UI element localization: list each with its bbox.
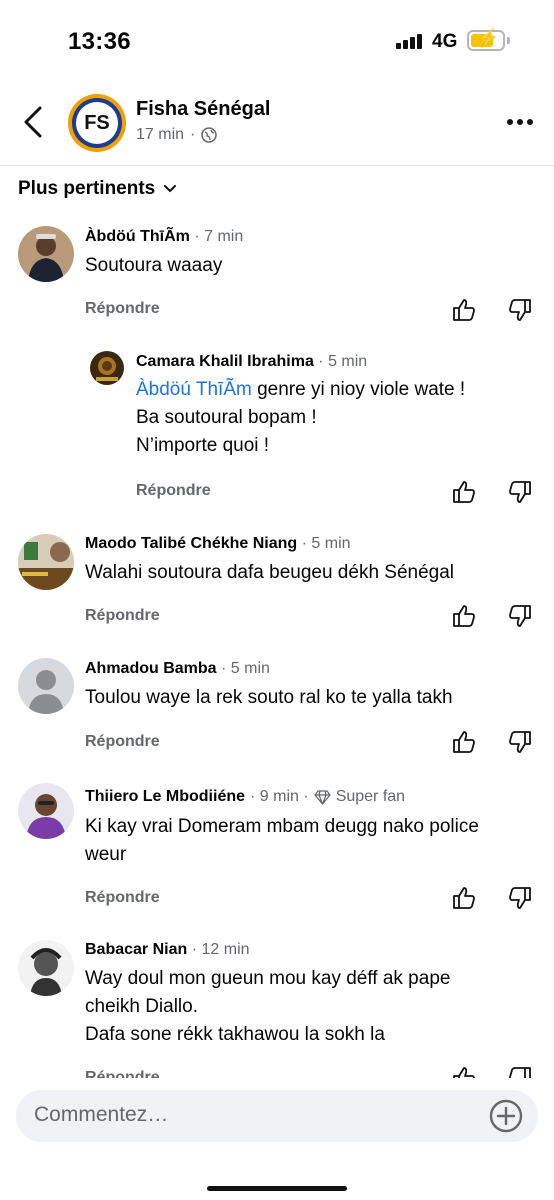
reply-button[interactable]: Répondre — [85, 607, 160, 625]
post-header: FS Fisha Sénégal 17 min · — [0, 84, 554, 166]
comment-time: · 12 min — [191, 941, 250, 958]
reply-button[interactable]: Répondre — [85, 733, 160, 751]
default-avatar-icon — [18, 658, 74, 714]
like-icon[interactable] — [452, 480, 476, 504]
avatar[interactable] — [18, 940, 74, 996]
like-icon[interactable] — [452, 604, 476, 628]
reply-button[interactable]: Répondre — [136, 482, 211, 500]
mention-link[interactable]: Àbdöú ThīÃm — [136, 379, 252, 400]
reply-button[interactable]: Répondre — [85, 889, 160, 907]
comment-text: Soutoura waaay — [85, 255, 223, 276]
like-icon[interactable] — [452, 298, 476, 322]
avatar-image — [18, 783, 74, 839]
dislike-icon[interactable] — [508, 604, 532, 628]
dislike-icon[interactable] — [508, 298, 532, 322]
avatar-image — [18, 940, 74, 996]
post-meta: 17 min · — [136, 126, 218, 144]
post-age: 17 min — [136, 126, 185, 143]
dislike-icon[interactable] — [508, 730, 532, 754]
reply-button[interactable]: Répondre — [85, 300, 160, 318]
comment-author[interactable]: Thiiero Le Mbodiiéne · 9 min · Super fan — [85, 788, 405, 806]
page-logo-initials: FS — [76, 102, 118, 144]
super-fan-badge: Super fan — [335, 788, 406, 805]
avatar-image — [18, 226, 74, 282]
status-time: 13:36 — [68, 28, 131, 55]
signal-icon — [396, 33, 422, 49]
like-icon[interactable] — [452, 886, 476, 910]
sort-label: Plus pertinents — [18, 178, 156, 199]
add-icon[interactable] — [488, 1098, 524, 1134]
comment-author[interactable]: Àbdöú ThīÃm · 7 min — [85, 228, 243, 246]
avatar[interactable] — [18, 658, 74, 714]
dislike-icon[interactable] — [508, 886, 532, 910]
back-arrow-icon[interactable] — [20, 104, 48, 140]
dislike-icon[interactable] — [508, 480, 532, 504]
comment-text: Walahi soutoura dafa beugeu dékh Sénégal — [85, 562, 455, 583]
chevron-down-icon — [164, 185, 177, 193]
network-label: 4G — [432, 31, 458, 52]
comment-author[interactable]: Maodo Talibé Chékhe Niang · 5 min — [85, 535, 351, 553]
home-indicator — [207, 1186, 347, 1191]
status-bar: 13:36 4G ⚡ — [0, 0, 554, 80]
battery-tip — [507, 37, 510, 44]
comment-time: · 9 min · — [250, 788, 309, 805]
diamond-icon — [314, 789, 331, 805]
page-avatar[interactable]: FS — [68, 94, 126, 152]
comment-time: · 7 min — [194, 228, 244, 245]
meta-separator: · — [190, 126, 196, 143]
comment-text: Way doul mon gueun mou kay déff ak pape … — [85, 968, 451, 1045]
comment-text: Ki kay vrai Domeram mbam deugg nako poli… — [85, 816, 479, 865]
comment-time: · 5 min — [301, 535, 351, 552]
avatar-image — [18, 534, 74, 590]
comment-text: Àbdöú ThīÃm genre yi nioy viole wate ! B… — [136, 379, 466, 456]
avatar-image — [90, 351, 124, 385]
avatar[interactable] — [18, 534, 74, 590]
comment-author[interactable]: Ahmadou Bamba · 5 min — [85, 660, 270, 678]
avatar[interactable] — [90, 351, 124, 385]
battery-icon: ⚡ — [467, 29, 505, 51]
avatar[interactable] — [18, 226, 74, 282]
page-name[interactable]: Fisha Sénégal — [136, 98, 271, 121]
comment-author[interactable]: Babacar Nian · 12 min — [85, 941, 250, 959]
more-options-icon[interactable] — [506, 118, 534, 126]
comment-placeholder: Commentez… — [34, 1103, 169, 1126]
sort-dropdown[interactable]: Plus pertinents — [18, 178, 177, 200]
comment-text: Toulou waye la rek souto ral ko te yalla… — [85, 687, 453, 708]
globe-icon — [201, 127, 218, 143]
comment-time: · 5 min — [221, 660, 270, 677]
comment-author[interactable]: Camara Khalil Ibrahima · 5 min — [136, 353, 367, 371]
avatar[interactable] — [18, 783, 74, 839]
like-icon[interactable] — [452, 730, 476, 754]
comment-time: · 5 min — [318, 353, 368, 370]
